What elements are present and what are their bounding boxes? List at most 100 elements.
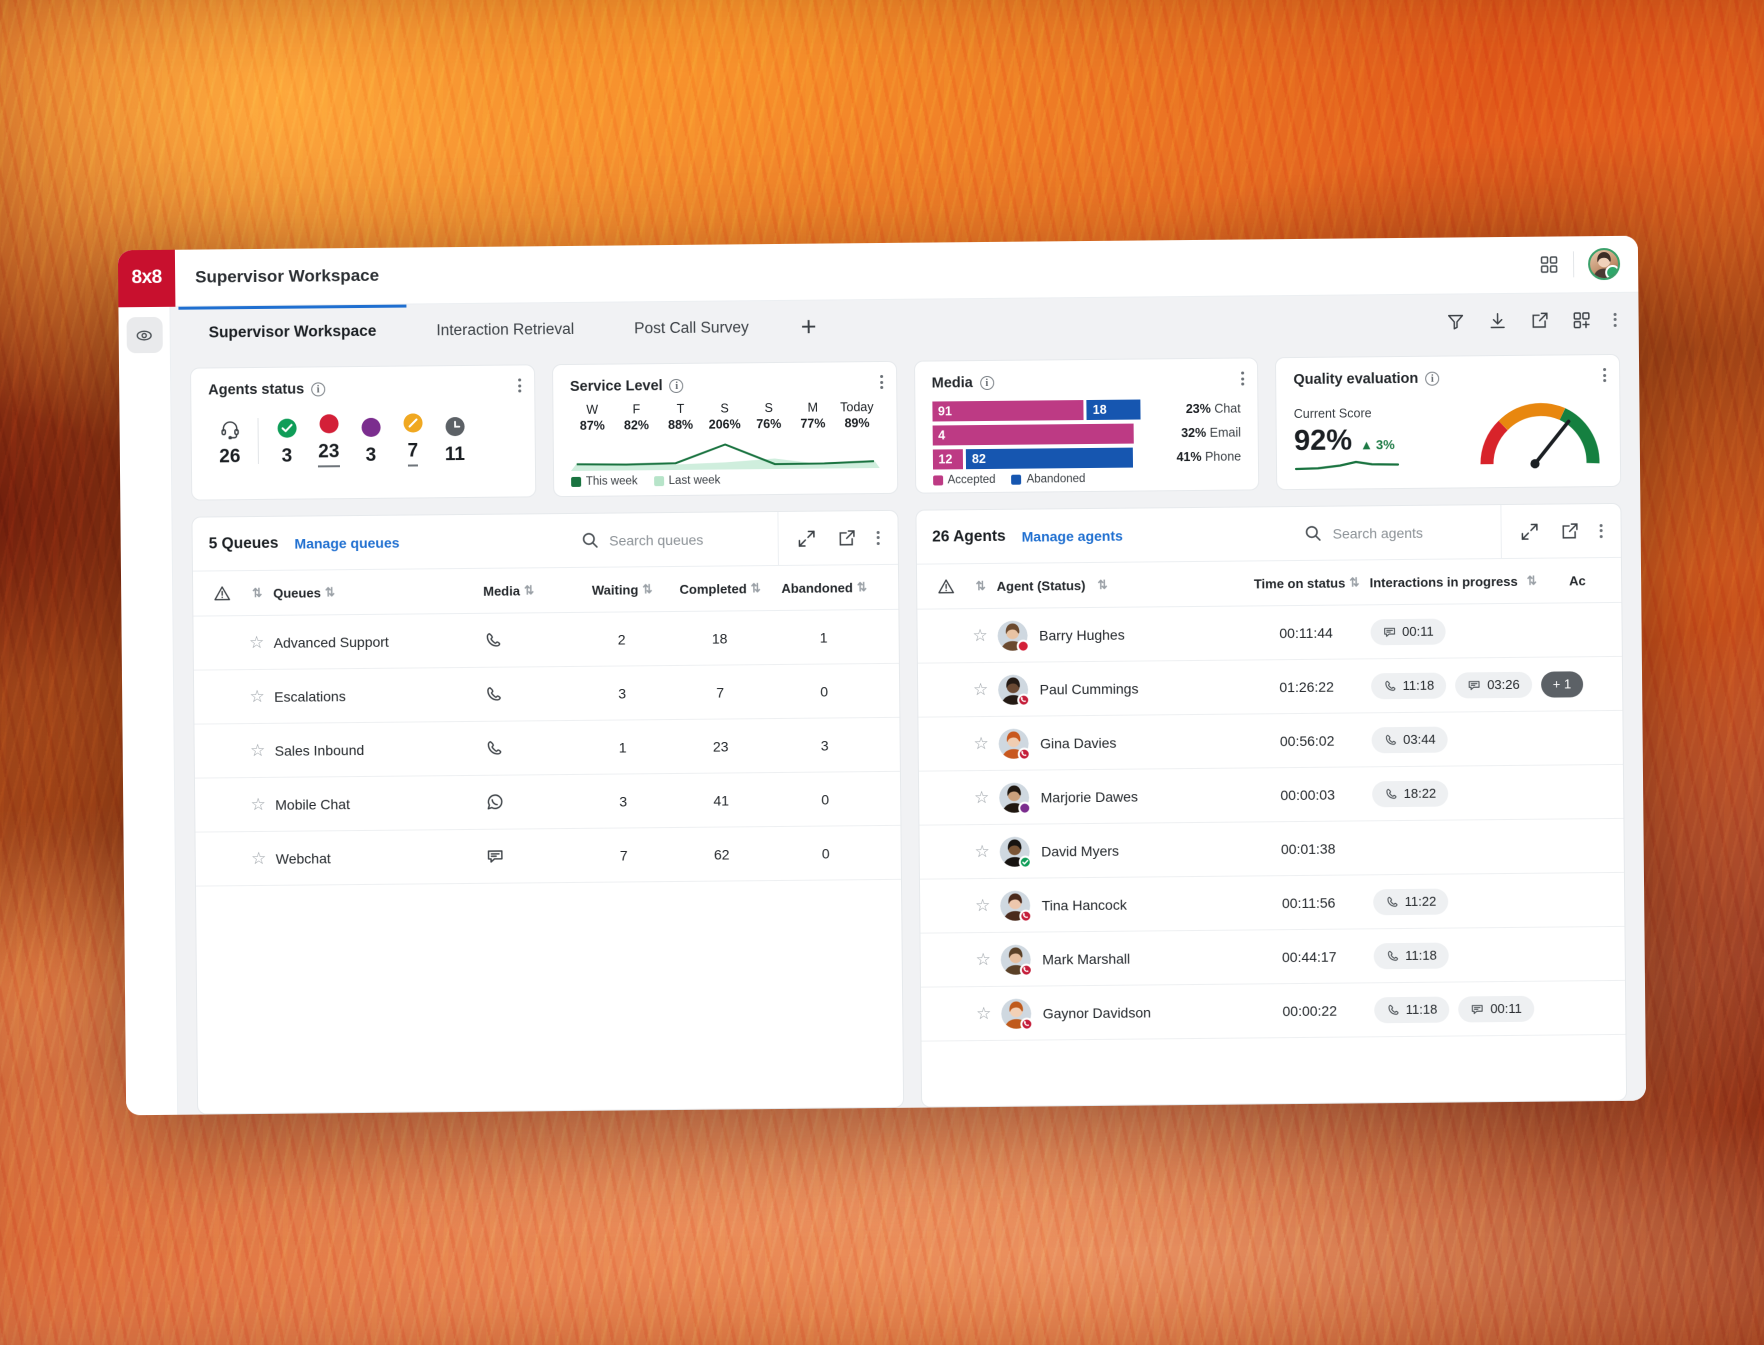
table-row[interactable]: ☆ Gina Davies 00:56:02 03:44: [917, 710, 1623, 772]
favorite-star-icon[interactable]: ☆: [965, 841, 999, 861]
info-icon[interactable]: i: [979, 375, 994, 391]
table-row[interactable]: ☆ Mark Marshall 00:44:17 11:18: [919, 926, 1625, 988]
interaction-chip[interactable]: 11:18: [1370, 672, 1447, 699]
search-agents-input[interactable]: [1332, 523, 1483, 542]
expand-icon[interactable]: [796, 528, 816, 548]
bar-accepted[interactable]: 4: [932, 423, 1134, 446]
favorite-star-icon[interactable]: ☆: [964, 679, 998, 699]
table-row[interactable]: ☆ Tina Hancock 00:11:56 11:22: [919, 872, 1625, 934]
favorite-star-icon[interactable]: ☆: [963, 625, 997, 645]
tab-post-call-survey[interactable]: Post Call Survey: [604, 301, 779, 356]
info-icon[interactable]: i: [1425, 371, 1440, 386]
table-row[interactable]: ☆ David Myers 00:01:38: [918, 818, 1624, 880]
favorite-star-icon[interactable]: ☆: [240, 632, 274, 652]
agent-stat-available[interactable]: 3: [265, 416, 307, 468]
card-menu-icon[interactable]: [517, 378, 522, 393]
favorite-star-icon[interactable]: ☆: [965, 787, 999, 807]
agent-stat-dnd[interactable]: 7: [391, 410, 434, 467]
manage-queues-link[interactable]: Manage queues: [294, 534, 399, 551]
sidebar-item-monitor[interactable]: [126, 316, 163, 354]
filter-icon[interactable]: [1446, 311, 1466, 331]
avatar[interactable]: [999, 890, 1032, 923]
sort-toggle[interactable]: ⇅: [239, 586, 273, 600]
card-menu-icon[interactable]: [1603, 368, 1607, 383]
favorite-star-icon[interactable]: ☆: [967, 1003, 1001, 1023]
bar-accepted[interactable]: 12: [932, 449, 964, 470]
agent-stat-total[interactable]: 26: [208, 416, 250, 468]
interaction-chip[interactable]: 11:18: [1373, 996, 1450, 1023]
popout-icon[interactable]: [1560, 521, 1580, 541]
tab-interaction-retrieval[interactable]: Interaction Retrieval: [406, 303, 604, 358]
table-row[interactable]: ☆ Paul Cummings 01:26:22 11:18 03:26 + 1: [917, 656, 1623, 718]
column-queues[interactable]: Queues ⇅: [273, 583, 483, 600]
agent-stat-busy[interactable]: 23: [307, 411, 350, 468]
queues-search[interactable]: [580, 529, 777, 550]
add-tab-button[interactable]: +: [779, 300, 839, 354]
column-completed[interactable]: Completed ⇅: [667, 581, 771, 597]
card-menu-icon[interactable]: [1241, 371, 1245, 386]
search-queues-input[interactable]: [609, 530, 760, 549]
add-widget-icon[interactable]: [1572, 310, 1592, 330]
column-abandoned[interactable]: Abandoned ⇅: [771, 580, 875, 596]
favorite-star-icon[interactable]: ☆: [242, 848, 276, 868]
expand-icon[interactable]: [1520, 521, 1540, 541]
table-row[interactable]: ☆ Marjorie Dawes 00:00:03 18:22: [918, 764, 1624, 826]
more-vertical-icon[interactable]: [876, 530, 880, 545]
interaction-chip[interactable]: 18:22: [1371, 780, 1449, 807]
bar-abandoned[interactable]: 82: [965, 447, 1133, 470]
table-row[interactable]: ☆ Webchat 7 62 0: [195, 825, 901, 887]
bar-abandoned[interactable]: 18: [1086, 399, 1141, 421]
favorite-star-icon[interactable]: ☆: [240, 686, 274, 706]
avatar[interactable]: [1000, 944, 1033, 977]
column-waiting[interactable]: Waiting ⇅: [575, 582, 667, 598]
column-time-on-status[interactable]: Time on status ⇅: [1242, 575, 1370, 591]
card-menu-icon[interactable]: [879, 374, 883, 390]
manage-agents-link[interactable]: Manage agents: [1022, 527, 1123, 544]
table-row[interactable]: ☆ Gaynor Davidson 00:00:22 11:18 00:11: [920, 980, 1626, 1042]
column-media[interactable]: Media ⇅: [483, 582, 575, 598]
external-link-icon[interactable]: [1530, 310, 1550, 330]
avatar[interactable]: [1587, 247, 1621, 281]
table-row[interactable]: ☆ Barry Hughes 00:11:44 00:11: [916, 602, 1622, 664]
agent-stat-offline[interactable]: 11: [433, 414, 475, 466]
tab-supervisor-workspace[interactable]: Supervisor Workspace: [178, 305, 406, 360]
interaction-chip[interactable]: 11:18: [1373, 942, 1449, 969]
avatar[interactable]: [997, 620, 1030, 653]
column-interactions-in-progress[interactable]: Interactions in progress ⇅: [1370, 573, 1570, 589]
table-row[interactable]: ☆ Sales Inbound 1 23 3: [194, 717, 900, 779]
info-icon[interactable]: i: [669, 378, 684, 394]
interaction-chip[interactable]: 00:11: [1458, 995, 1535, 1022]
interaction-chip[interactable]: 03:44: [1371, 726, 1448, 753]
favorite-star-icon[interactable]: ☆: [241, 794, 275, 814]
interaction-chip[interactable]: 00:11: [1369, 618, 1446, 645]
table-row[interactable]: ☆ Mobile Chat 3 41 0: [194, 771, 900, 833]
table-row[interactable]: ☆ Advanced Support 2 18 1: [193, 609, 899, 671]
avatar[interactable]: [1000, 998, 1033, 1031]
popout-icon[interactable]: [836, 528, 856, 548]
agents-search[interactable]: [1304, 522, 1501, 543]
info-icon[interactable]: i: [311, 382, 326, 397]
sort-toggle[interactable]: ⇅: [963, 579, 997, 593]
grid-icon[interactable]: [1539, 254, 1559, 274]
more-vertical-icon[interactable]: [1599, 523, 1603, 538]
more-vertical-icon[interactable]: [1613, 312, 1617, 327]
more-interactions-badge[interactable]: + 1: [1540, 670, 1584, 698]
avatar[interactable]: [998, 728, 1031, 761]
favorite-star-icon[interactable]: ☆: [966, 949, 1000, 969]
bar-accepted[interactable]: 91: [931, 400, 1084, 422]
column-ac-truncated[interactable]: Ac: [1569, 573, 1609, 588]
avatar[interactable]: [998, 782, 1031, 815]
avatar[interactable]: [997, 674, 1030, 707]
column-agent-status[interactable]: Agent (Status) ⇅: [997, 576, 1242, 594]
table-row[interactable]: ☆ Escalations 3 7 0: [193, 663, 899, 725]
warning-icon[interactable]: [929, 577, 963, 595]
interaction-chip[interactable]: 03:26: [1455, 671, 1532, 698]
brand-logo-8x8[interactable]: 8x8: [117, 249, 176, 307]
agent-stat-working-offline[interactable]: 3: [349, 415, 391, 467]
favorite-star-icon[interactable]: ☆: [966, 895, 1000, 915]
avatar[interactable]: [999, 836, 1032, 869]
favorite-star-icon[interactable]: ☆: [241, 740, 275, 760]
download-icon[interactable]: [1488, 310, 1508, 330]
favorite-star-icon[interactable]: ☆: [964, 733, 998, 753]
interaction-chip[interactable]: 11:22: [1372, 888, 1449, 915]
